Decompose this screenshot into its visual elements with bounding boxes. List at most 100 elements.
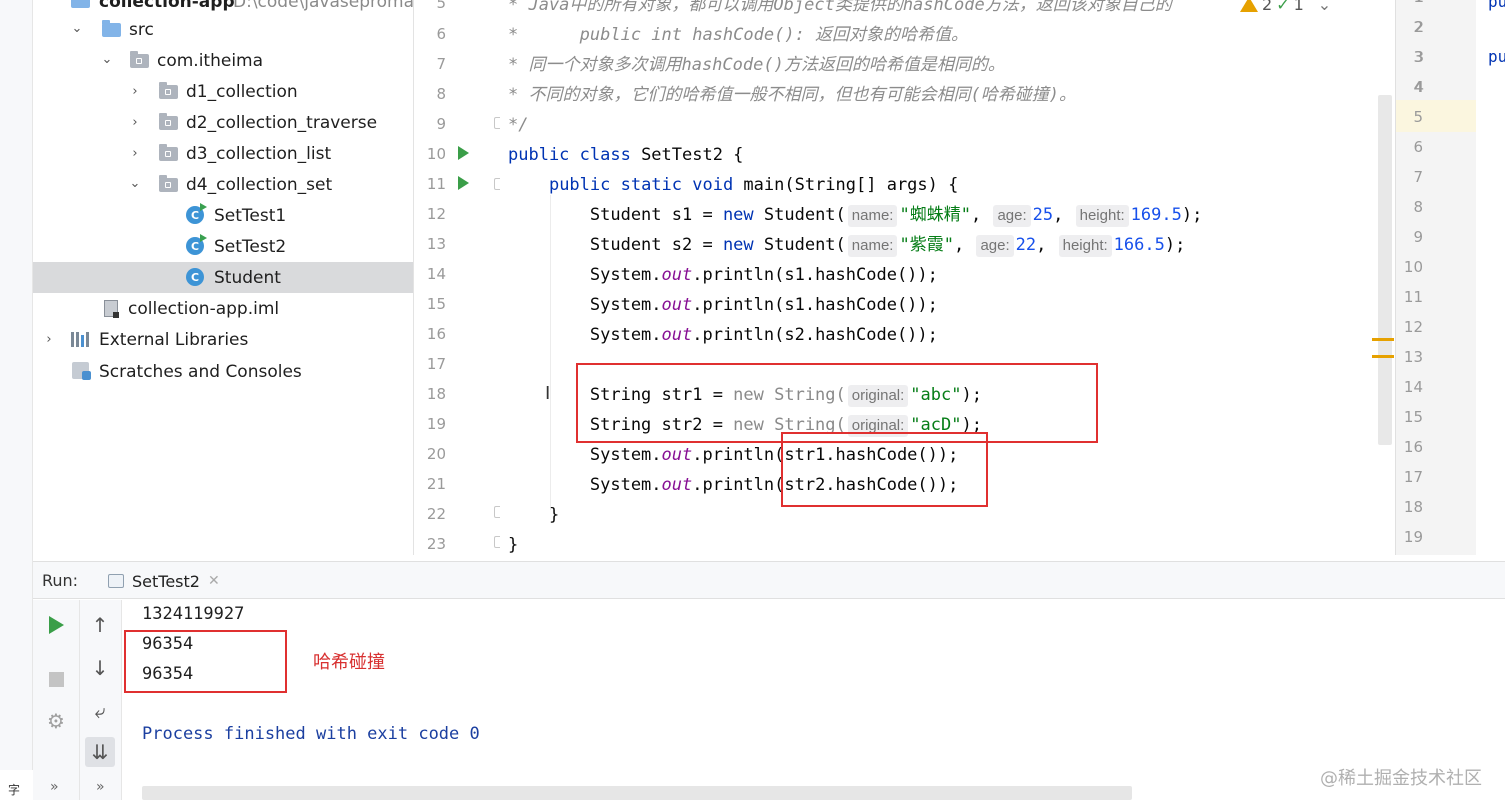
arrow-down-icon: ↓ (91, 656, 109, 680)
soft-wrap-icon: ⤶ (94, 699, 106, 723)
text-cursor-icon: I (545, 383, 551, 404)
stop-button[interactable] (41, 664, 71, 694)
class-icon: C (185, 268, 205, 286)
line-number: 16 (1403, 438, 1423, 456)
code-line-14: System.out.println(s1.hashCode()); (508, 265, 938, 285)
tree-item-d3-collection-list[interactable]: › d3_collection_list (33, 138, 413, 169)
tree-item-external-libraries[interactable]: › External Libraries (33, 324, 413, 355)
chevron-right-icon[interactable]: › (128, 115, 142, 130)
run-tab-settest2[interactable]: SetTest2 ✕ (108, 568, 220, 594)
tree-item-d4-collection-set[interactable]: ⌄ d4_collection_set (33, 169, 413, 200)
console-icon (108, 574, 124, 588)
line-number: 23 (426, 535, 446, 553)
code-line-10: public class SetTest2 { (508, 145, 744, 165)
split-editor-code[interactable] (1476, 0, 1505, 555)
ok-count: 1 (1293, 0, 1304, 14)
editor-gutter: 5 6 7 8 9 10 11 12 13 14 15 16 17 18 19 … (414, 0, 504, 555)
tree-item-src[interactable]: ⌄ src (33, 14, 413, 45)
code-line-6: * public int hashCode(): 返回对象的哈希值。 (508, 20, 968, 50)
run-toolbar-primary: ⚙ (33, 600, 80, 800)
settings-button[interactable]: ⚙ (41, 706, 71, 736)
package-icon (158, 144, 178, 163)
check-icon: ✓ (1276, 0, 1290, 14)
more-icon[interactable]: » (50, 779, 59, 795)
tree-item-label: d1_collection (186, 81, 298, 102)
runnable-class-icon: C (185, 203, 207, 224)
code-line-22: } (508, 505, 560, 525)
line-number: 13 (426, 235, 446, 253)
module-file-icon (101, 299, 121, 318)
code-line-8: * 不同的对象，它们的哈希值一般不相同，但也有可能会相同(哈希碰撞)。 (508, 80, 1076, 110)
line-number: 14 (1403, 378, 1423, 396)
more-icon[interactable]: » (96, 779, 105, 795)
line-number: 4 (1413, 78, 1423, 96)
scroll-up-button[interactable]: ↑ (85, 610, 115, 640)
tree-item-label: Scratches and Consoles (99, 361, 302, 382)
chevron-right-icon[interactable]: › (128, 146, 142, 161)
line-number: 10 (426, 145, 446, 163)
chevron-down-icon[interactable]: ⌄ (1318, 0, 1331, 14)
tree-item-scratches[interactable]: Scratches and Consoles (33, 356, 413, 387)
chevron-down-icon[interactable]: ⌄ (70, 21, 84, 36)
close-icon[interactable]: ✕ (208, 573, 220, 589)
line-number: 9 (1413, 228, 1423, 246)
project-tree: ⌄ collection-app D:\code\javasepromax ⌄ … (33, 0, 424, 545)
inspection-widget[interactable]: 2 ✓ 1 ⌄ (1240, 0, 1331, 14)
scroll-down-button[interactable]: ↓ (85, 653, 115, 683)
soft-wrap-button[interactable]: ⤶ (85, 696, 115, 726)
string-literal: "蜘蛛精" (899, 205, 971, 225)
tree-item-d1-collection[interactable]: › d1_collection (33, 76, 413, 107)
line-number: 21 (426, 475, 446, 493)
arrow-up-icon: ↑ (91, 613, 109, 637)
tree-item-com-itheima[interactable]: ⌄ com.itheima (33, 45, 413, 76)
chevron-down-icon[interactable]: ⌄ (128, 176, 142, 191)
play-icon (48, 616, 64, 634)
rerun-button[interactable] (41, 610, 71, 640)
line-number: 17 (426, 355, 446, 373)
line-number: 18 (426, 385, 446, 403)
annotation-box-output (124, 630, 287, 693)
line-number: 13 (1403, 348, 1423, 366)
comment: */ (508, 115, 529, 135)
tree-item-d2-collection-traverse[interactable]: › d2_collection_traverse (33, 107, 413, 138)
comment: * 不同的对象，它们的哈希值一般不相同，但也有可能会相同(哈希碰撞)。 (508, 85, 1076, 105)
line-number: 6 (436, 25, 446, 43)
tree-item-settest1[interactable]: C SetTest1 (33, 200, 413, 231)
warning-icon (1240, 0, 1258, 12)
warning-stripe-mark[interactable] (1372, 338, 1394, 341)
chevron-right-icon[interactable]: › (128, 84, 142, 99)
chevron-right-icon[interactable]: › (42, 332, 56, 347)
console-horizontal-scrollbar[interactable] (142, 786, 1132, 800)
project-path: D:\code\javasepromax (233, 0, 425, 12)
param-hint: name: (847, 235, 898, 257)
warning-stripe-mark[interactable] (1372, 355, 1394, 358)
tree-item-iml[interactable]: collection-app.iml (33, 293, 413, 324)
run-class-icon[interactable] (458, 146, 469, 160)
tree-item-student[interactable]: C Student (33, 262, 413, 293)
console-output[interactable]: 1324119927 96354 96354 Process finished … (122, 600, 1505, 800)
package-icon (129, 51, 149, 70)
runnable-class-icon: C (185, 234, 207, 255)
package-icon (158, 113, 178, 132)
annotation-label: 哈希碰撞 (313, 652, 385, 673)
param-hint: height: (1058, 235, 1112, 257)
code-line-9: */ (508, 110, 528, 140)
number-literal: 169.5 (1130, 205, 1182, 225)
tree-item-label: collection-app.iml (128, 298, 280, 319)
line-number: 16 (426, 325, 446, 343)
tree-item-settest2[interactable]: C SetTest2 (33, 231, 413, 262)
code-line-16: System.out.println(s2.hashCode()); (508, 325, 938, 345)
stop-icon (48, 671, 64, 687)
line-number: 8 (436, 85, 446, 103)
code-line-13: Student s2 = new Student(name: "紫霞", age:… (508, 235, 1186, 257)
scroll-to-end-button[interactable]: ⇊ (85, 737, 115, 767)
chevron-down-icon[interactable]: ⌄ (100, 52, 114, 67)
run-main-icon[interactable] (458, 176, 469, 190)
ime-indicator: 字 (8, 783, 21, 797)
annotation-box-hashcode (781, 432, 988, 507)
param-hint: age: (993, 205, 1031, 227)
source-folder-icon (101, 20, 121, 39)
param-hint: age: (976, 235, 1014, 257)
editor-scrollbar[interactable] (1378, 95, 1392, 445)
line-number: 22 (426, 505, 446, 523)
